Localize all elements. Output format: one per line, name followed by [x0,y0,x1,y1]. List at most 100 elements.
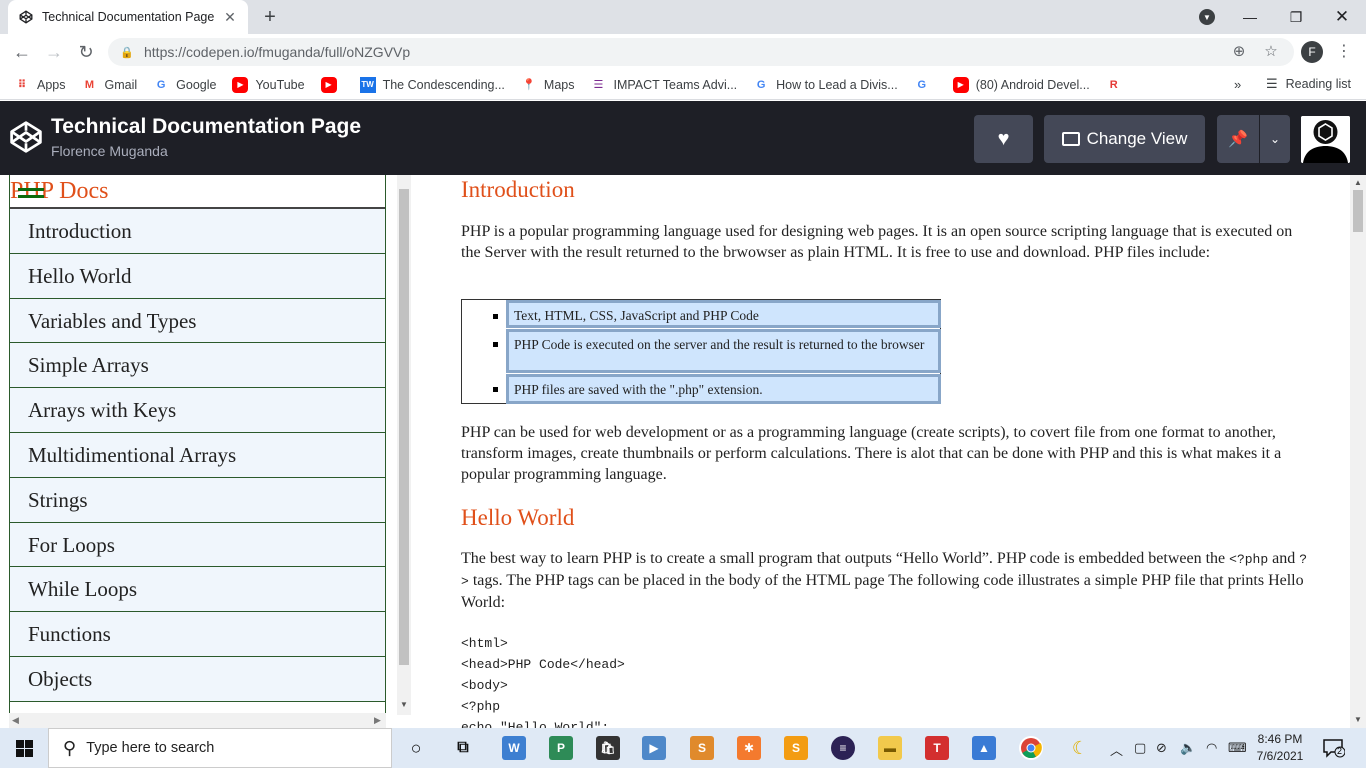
browser-tab-bar: Technical Documentation Page ✕ + ▼ — ❐ ✕ [0,0,1366,34]
pen-author[interactable]: Florence Muganda [51,143,168,159]
new-tab-button[interactable]: + [258,5,282,29]
bookmark-item[interactable]: 📍 Maps [521,77,574,93]
cortana-icon[interactable]: ○ [404,736,428,760]
heart-button[interactable]: ♥ [974,115,1033,163]
change-view-label: Change View [1086,129,1188,148]
list-item: PHP files are saved with the ".php" exte… [506,374,941,404]
back-arrow-icon[interactable]: ← [10,40,34,64]
media-player-icon[interactable]: ▶ [642,736,666,760]
typora-app-icon[interactable]: T [925,736,949,760]
list-icon: ☰ [593,79,604,91]
pin-button[interactable]: 📌 [1217,115,1259,163]
bookmark-item[interactable]: ▶ [320,76,344,93]
windows-start-button[interactable] [0,728,48,768]
scrollbar-thumb[interactable] [399,189,409,665]
r-icon: R [1109,78,1118,91]
taskbar-search-box[interactable]: ⚲ Type here to search [48,728,392,768]
nav-link-strings[interactable]: Strings [10,477,385,523]
photos-app-icon[interactable]: ▲ [972,736,996,760]
sidebar-horizontal-scrollbar[interactable]: ◀ ▶ [9,713,386,728]
nav-link-while-loops[interactable]: While Loops [10,567,385,613]
tab-search-icon[interactable]: ▼ [1199,9,1215,25]
zoom-icon[interactable]: ⊕ [1229,42,1249,62]
inline-code-open: <?php [1229,552,1269,567]
volume-icon[interactable]: 🔈 [1180,740,1196,756]
window-close-button[interactable]: ✕ [1322,0,1362,34]
hello-paragraph: The best way to learn PHP is to create a… [461,550,1308,611]
bookmark-item[interactable]: ☰ IMPACT Teams Advi... [590,77,738,93]
file-explorer-icon[interactable]: ▬ [878,736,902,760]
sidebar-vertical-scrollbar[interactable]: ▼ [397,175,411,715]
tab-close-icon[interactable]: ✕ [222,9,238,26]
address-bar[interactable]: 🔒 https://codepen.io/fmuganda/full/oNZGV… [108,38,1294,66]
bookmark-label: IMPACT Teams Advi... [613,77,738,92]
google-icon: G [156,78,166,91]
reload-icon[interactable]: ↻ [74,40,98,64]
nav-link-simple-arrays[interactable]: Simple Arrays [10,343,385,389]
bookmark-item[interactable]: ⠿ Apps [14,77,66,93]
scrollbar-thumb[interactable] [1353,190,1363,232]
task-view-icon[interactable]: ⧉ [451,736,475,760]
nav-link-for-loops[interactable]: For Loops [10,522,385,568]
nav-link-arrays-with-keys[interactable]: Arrays with Keys [10,388,385,433]
change-view-icon [1061,132,1080,146]
browser-menu-icon[interactable]: ⋮ [1336,41,1352,63]
hamburger-menu-icon[interactable] [18,188,44,202]
store-app-icon[interactable]: 🛍 [596,736,620,760]
change-view-button[interactable]: Change View [1044,115,1205,163]
slides-app-icon[interactable]: S [690,736,714,760]
pin-dropdown-button[interactable]: ⌄ [1260,115,1290,163]
search-placeholder: Type here to search [86,740,215,756]
nav-link-introduction[interactable]: Introduction [10,209,385,254]
notification-count: 2 [1337,746,1343,756]
bookmark-star-icon[interactable]: ☆ [1261,42,1281,62]
gmail-icon: M [84,78,95,91]
bookmark-item[interactable]: G [914,77,937,93]
tray-chevron-up-icon[interactable]: ︿ [1110,740,1123,759]
bookmark-item[interactable]: G Google [153,77,217,93]
list-item: Text, HTML, CSS, JavaScript and PHP Code [506,300,941,328]
reading-list-button[interactable]: ☰ Reading list [1266,76,1351,92]
xampp-app-icon[interactable]: ✱ [737,736,761,760]
codepen-logo-icon[interactable] [8,119,44,155]
page-viewport: PHP Docs Introduction Hello World Variable… [0,175,1366,728]
nav-link-variables-and-types[interactable]: Variables and Types [10,298,385,344]
nav-link-objects[interactable]: Objects [10,656,385,702]
code-block: <html> <head>PHP Code</head> <body> <?ph… [461,633,625,728]
bookmark-item[interactable]: M Gmail [82,77,137,93]
forward-arrow-icon[interactable]: → [42,40,66,64]
browser-tab[interactable]: Technical Documentation Page ✕ [8,0,248,34]
restore-button[interactable]: ❐ [1276,0,1316,34]
notification-center-icon[interactable]: 2 [1323,738,1346,758]
profile-avatar[interactable]: F [1301,41,1323,63]
bookmark-item[interactable]: R [1106,77,1129,93]
word-app-icon[interactable]: W [502,736,526,760]
publisher-app-icon[interactable]: P [549,736,573,760]
eclipse-app-icon[interactable]: ≡ [831,736,855,760]
page-vertical-scrollbar[interactable]: ▲ ▼ [1350,175,1366,728]
bookmark-item[interactable]: ▶ YouTube [232,76,305,93]
nav-link-functions[interactable]: Functions [10,612,385,657]
weather-moon-icon[interactable]: ☾ [1068,736,1092,760]
bookmark-item[interactable]: TW The Condescending... [359,76,505,93]
nav-link-multidimentional-arrays[interactable]: Multidimentional Arrays [10,432,385,478]
taskbar-clock[interactable]: 8:46 PM 7/6/2021 [1252,731,1308,765]
nav-link-hello-world[interactable]: Hello World [10,253,385,299]
tray-device-icon[interactable]: ▢ [1134,740,1146,756]
bookmarks-overflow-icon[interactable]: » [1234,77,1241,92]
bookmark-label: YouTube [255,77,305,92]
navbar: PHP Docs Introduction Hello World Variable… [9,175,386,728]
tray-network-off-icon[interactable]: ⊘ [1156,740,1167,756]
minimize-button[interactable]: — [1230,0,1270,34]
input-language-icon[interactable]: ⌨ [1228,740,1247,756]
user-avatar[interactable] [1301,116,1350,163]
apps-grid-icon: ⠿ [17,79,27,91]
bookmark-item[interactable]: ▶ (80) Android Devel... [952,76,1090,93]
code-line: echo "Hello World"; [461,720,610,728]
google-icon: G [756,78,766,91]
wifi-icon[interactable]: ◠ [1206,740,1217,756]
reading-list-label: Reading list [1285,77,1351,91]
chrome-app-icon[interactable] [1019,736,1043,760]
bookmark-item[interactable]: G How to Lead a Divis... [753,77,898,93]
sublime-text-icon[interactable]: S [784,736,808,760]
